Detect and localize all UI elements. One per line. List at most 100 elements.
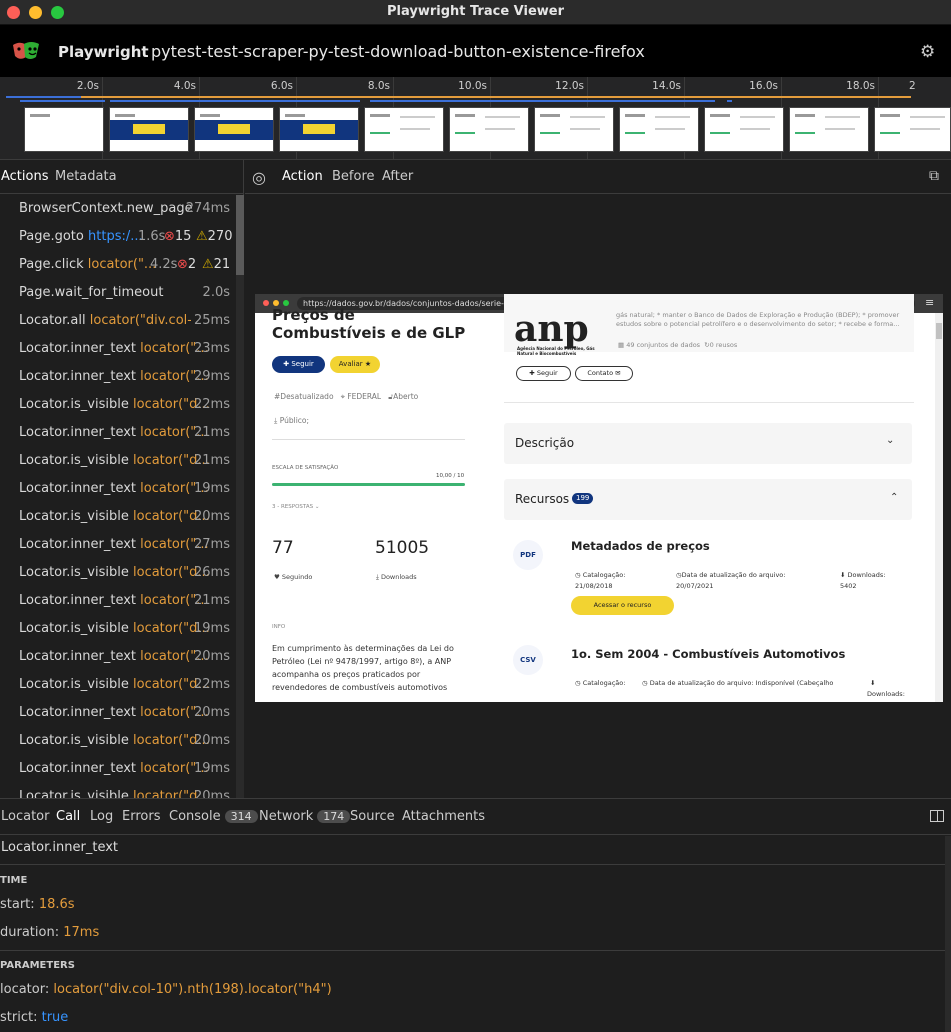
action-duration: 26ms <box>194 565 230 580</box>
snapshot-panel: ◎ Action Before After ⧉ https://dados.go… <box>245 160 951 798</box>
filmstrip-frame[interactable] <box>279 107 359 152</box>
open-external-icon[interactable]: ⧉ <box>929 168 939 184</box>
action-item[interactable]: Page.wait_for_timeout 2.0s <box>0 279 236 307</box>
org-contact-button[interactable]: Contato ✉ <box>575 366 633 381</box>
tab-call[interactable]: Call <box>56 809 80 824</box>
warning-count: 270 <box>207 229 233 244</box>
tab-after[interactable]: After <box>382 169 413 184</box>
action-item[interactable]: Locator.inner_text locator("... 21ms <box>0 419 236 447</box>
description-accordion[interactable]: Descrição ⌄ <box>504 423 912 464</box>
access-resource-button[interactable]: Acessar o recurso <box>571 596 674 615</box>
org-contact-label: Contato <box>587 369 614 377</box>
responses-toggle[interactable]: 3 - RESPOSTAS ⌄ <box>272 504 319 510</box>
action-item[interactable]: Locator.is_visible locator("d... 20ms <box>0 503 236 531</box>
resources-accordion[interactable]: Recursos 199 ⌃ <box>504 479 912 520</box>
filmstrip-frame[interactable] <box>789 107 869 152</box>
action-duration: 274ms <box>185 201 230 216</box>
filmstrip-frame[interactable] <box>364 107 444 152</box>
action-item[interactable]: Locator.inner_text locator("... 29ms <box>0 363 236 391</box>
tab-actions[interactable]: Actions <box>1 169 49 184</box>
responses-label: 3 - RESPOSTAS <box>272 504 314 510</box>
action-duration: 22ms <box>194 397 230 412</box>
action-item[interactable]: Page.click locator("... 4.2s ⊗2 ⚠21 <box>0 251 236 279</box>
browser-menu-icon[interactable]: ≡ <box>925 296 934 309</box>
action-item[interactable]: Locator.is_visible locator("d... 20ms <box>0 727 236 755</box>
duration-row: duration: 17ms <box>0 925 945 940</box>
page-scrollbar-thumb[interactable] <box>936 323 942 339</box>
chevron-down-icon: ⌄ <box>886 435 895 446</box>
details-scrollbar[interactable] <box>945 836 951 1032</box>
time-section-header: TIME <box>0 875 28 886</box>
action-item[interactable]: Locator.is_visible locator("d... 26ms <box>0 559 236 587</box>
filmstrip-frame[interactable] <box>619 107 699 152</box>
window-titlebar: Playwright Trace Viewer <box>0 0 951 25</box>
followers-count: 77 <box>272 538 294 558</box>
action-item[interactable]: Locator.is_visible locator("d... 22ms <box>0 671 236 699</box>
action-item[interactable]: Locator.is_visible locator("d... 20ms <box>0 783 236 798</box>
action-item[interactable]: Page.goto https:/... 1.6s ⊗15 ⚠270 <box>0 223 236 251</box>
warning-icon: ⚠ <box>196 229 208 244</box>
file-download-icon: ⬇ <box>840 571 846 579</box>
follow-button[interactable]: ✚ Seguir <box>272 356 325 373</box>
filmstrip-frame[interactable] <box>194 107 274 152</box>
filmstrip-frame[interactable] <box>874 107 951 152</box>
filmstrip-frame[interactable] <box>449 107 529 152</box>
action-duration: 20ms <box>194 705 230 720</box>
action-item[interactable]: Locator.inner_text locator("... 20ms <box>0 643 236 671</box>
rate-button[interactable]: Avaliar ★ <box>330 356 380 373</box>
timeline-tick-label: 18.0s <box>846 80 875 92</box>
snapshot-frame[interactable]: https://dados.gov.br/dados/conjuntos-dad… <box>255 294 943 702</box>
strict-param-label: strict: <box>0 1010 38 1025</box>
downloads-label: Downloads <box>380 573 417 581</box>
action-warnings: ⚠270 <box>196 229 232 244</box>
chevron-down-icon: ⌄ <box>314 504 320 510</box>
tab-locator[interactable]: Locator <box>1 809 49 824</box>
warning-count: 21 <box>213 257 231 272</box>
settings-gear-icon[interactable]: ⚙ <box>920 43 938 61</box>
action-item[interactable]: Locator.all locator("div.col-1... 25ms <box>0 307 236 335</box>
page-scrollbar[interactable] <box>935 313 943 702</box>
tab-action[interactable]: Action <box>282 169 323 184</box>
info-text: Em cumprimento às determinações da Lei d… <box>272 644 454 692</box>
org-follow-button[interactable]: ✚ Seguir <box>516 366 571 381</box>
action-item[interactable]: Locator.is_visible locator("d... 19ms <box>0 615 236 643</box>
filmstrip-frame[interactable] <box>534 107 614 152</box>
resource-updated: ◷ Data de atualização do arquivo: Indisp… <box>642 679 833 687</box>
action-item[interactable]: Locator.inner_text locator("... 23ms <box>0 335 236 363</box>
toggle-layout-icon[interactable] <box>930 810 944 822</box>
action-item[interactable]: BrowserContext.new_page 274ms <box>0 195 236 223</box>
tab-console[interactable]: Console 314 <box>169 809 258 824</box>
action-item[interactable]: Locator.inner_text locator("... 21ms <box>0 587 236 615</box>
action-item[interactable]: Locator.inner_text locator("... 27ms <box>0 531 236 559</box>
filmstrip-frame[interactable] <box>24 107 104 152</box>
tab-attachments[interactable]: Attachments <box>402 809 485 824</box>
tab-log[interactable]: Log <box>90 809 113 824</box>
tab-network[interactable]: Network 174 <box>259 809 351 824</box>
tab-errors[interactable]: Errors <box>122 809 160 824</box>
action-item[interactable]: Locator.is_visible locator("d... 22ms <box>0 391 236 419</box>
filmstrip-frame[interactable] <box>109 107 189 152</box>
pick-locator-icon[interactable]: ◎ <box>252 168 266 187</box>
action-list[interactable]: BrowserContext.new_page 274ms Page.goto h… <box>0 195 236 798</box>
tab-source[interactable]: Source <box>350 809 395 824</box>
actions-scrollbar-thumb[interactable] <box>236 195 244 275</box>
action-item[interactable]: Locator.inner_text locator("... 20ms <box>0 699 236 727</box>
action-errors: ⊗15 <box>164 229 191 244</box>
timeline-filmstrip[interactable]: 2.0s 4.0s 6.0s 8.0s 10.0s 12.0s 14.0s 16… <box>0 77 951 160</box>
action-item[interactable]: Locator.inner_text locator("... 19ms <box>0 755 236 783</box>
filmstrip-frame[interactable] <box>704 107 784 152</box>
tab-before[interactable]: Before <box>332 169 375 184</box>
snapshot-page: Preços de Combustíveis e de GLP ✚ Seguir… <box>255 294 943 702</box>
action-name: Locator.is_visible <box>19 397 129 412</box>
action-warnings: ⚠21 <box>202 257 230 272</box>
tab-metadata[interactable]: Metadata <box>55 169 117 184</box>
console-label: Console <box>169 809 221 824</box>
actions-scrollbar[interactable] <box>236 195 244 798</box>
action-item[interactable]: Locator.is_visible locator("d... 21ms <box>0 447 236 475</box>
timeline-tick-label: 12.0s <box>555 80 584 92</box>
action-name: Locator.is_visible <box>19 509 129 524</box>
action-name: Locator.is_visible <box>19 565 129 580</box>
action-item[interactable]: Locator.inner_text locator("... 19ms <box>0 475 236 503</box>
strict-param-value: true <box>41 1010 69 1025</box>
divider <box>504 402 914 403</box>
